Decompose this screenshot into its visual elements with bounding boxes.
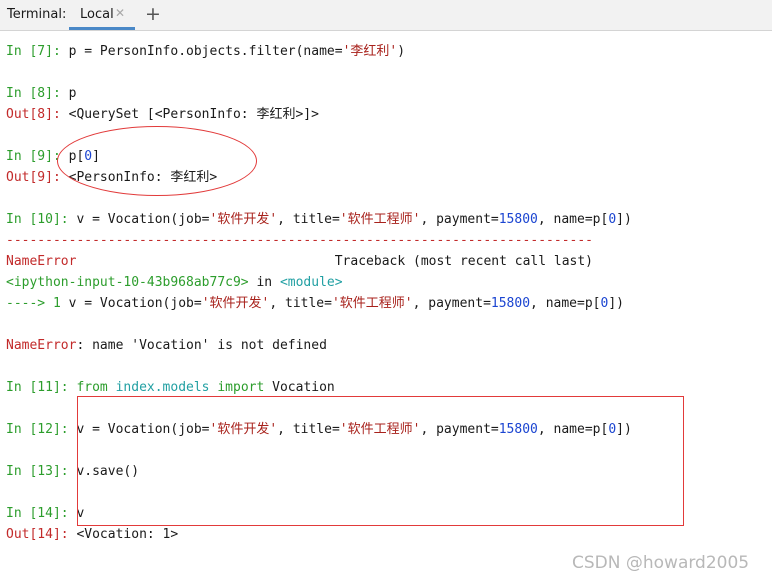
code-token: '李红利': [342, 44, 398, 59]
code-token: In [8]:: [6, 86, 69, 101]
code-token: 0: [608, 212, 617, 227]
code-token: v = Vocation(job=: [76, 212, 210, 227]
code-token: Out[8]:: [6, 107, 69, 122]
terminal-line: <ipython-input-10-43b968ab77c9> in <modu…: [6, 272, 343, 293]
code-token: Vocation: [272, 380, 335, 395]
code-token: '软件开发': [201, 296, 270, 311]
code-token: NameError: [6, 338, 77, 353]
code-token: <module>: [279, 275, 343, 290]
terminal-line: In [14]: v: [6, 503, 84, 524]
terminal-line: NameError Traceback (most recent call la…: [6, 251, 593, 272]
code-token: 15800: [498, 212, 538, 227]
annotation-ellipse: [57, 126, 257, 196]
code-token: '软件工程师': [331, 296, 413, 311]
terminal-line: In [10]: v = Vocation(job='软件开发', title=…: [6, 209, 632, 230]
terminal-tab-bar: Terminal: Local ✕ +: [0, 0, 772, 31]
code-token: , title=: [277, 212, 340, 227]
code-token: , payment=: [412, 296, 491, 311]
code-token: In [11]:: [6, 380, 77, 395]
terminal-line: ----> 1 v = Vocation(job='软件开发', title='…: [6, 293, 624, 314]
code-token: Traceback (most recent call last): [76, 254, 594, 269]
code-token: ----------------------------------------…: [6, 233, 593, 248]
code-token: In [10]:: [6, 212, 77, 227]
terminal-line: In [8]: p: [6, 83, 76, 104]
code-token: <QuerySet [<PersonInfo: 李红利>]>: [68, 107, 319, 122]
code-token: In [12]:: [6, 422, 77, 437]
code-token: <Vocation: 1>: [76, 527, 179, 542]
code-token: v = Vocation(job=: [68, 296, 202, 311]
code-token: : name 'Vocation' is not defined: [76, 338, 327, 353]
annotation-rectangle: [77, 396, 684, 526]
code-token: Out[9]:: [6, 170, 69, 185]
terminal-line: Out[8]: <QuerySet [<PersonInfo: 李红利>]>: [6, 104, 319, 125]
code-token: , name=p[: [530, 296, 601, 311]
code-token: in: [248, 275, 280, 290]
terminal-line: In [7]: p = PersonInfo.objects.filter(na…: [6, 41, 405, 62]
code-token: '软件工程师': [339, 212, 421, 227]
code-token: In [7]:: [6, 44, 69, 59]
code-token: p = PersonInfo.objects.filter(name=: [68, 44, 343, 59]
code-token: import: [217, 380, 273, 395]
code-token: Out[14]:: [6, 527, 77, 542]
terminal-label: Terminal:: [7, 7, 67, 22]
terminal-line: NameError: name 'Vocation' is not define…: [6, 335, 327, 356]
code-token: , title=: [269, 296, 332, 311]
code-token: <ipython-input-10-43b968ab77c9>: [6, 275, 249, 290]
code-token: ): [397, 44, 406, 59]
terminal-line: ----------------------------------------…: [6, 230, 593, 251]
code-token: ]): [616, 212, 632, 227]
watermark: CSDN @howard2005: [572, 553, 750, 573]
code-token: '软件开发': [209, 212, 278, 227]
terminal-line: Out[14]: <Vocation: 1>: [6, 524, 178, 545]
code-token: ]): [608, 296, 624, 311]
code-token: NameError: [6, 254, 77, 269]
code-token: index.models: [115, 380, 218, 395]
code-token: , name=p[: [537, 212, 609, 227]
tab-local[interactable]: Local ✕: [69, 0, 135, 30]
code-token: from: [76, 380, 116, 395]
terminal-line: In [11]: from index.models import Vocati…: [6, 377, 335, 398]
code-token: ----> 1: [6, 296, 69, 311]
code-token: 15800: [490, 296, 531, 311]
close-icon[interactable]: ✕: [115, 6, 125, 20]
code-token: In [14]:: [6, 506, 77, 521]
code-token: p: [68, 86, 77, 101]
tab-local-label: Local: [80, 7, 114, 22]
add-tab-icon[interactable]: +: [145, 3, 161, 25]
code-token: , payment=: [420, 212, 499, 227]
code-token: In [13]:: [6, 464, 77, 479]
